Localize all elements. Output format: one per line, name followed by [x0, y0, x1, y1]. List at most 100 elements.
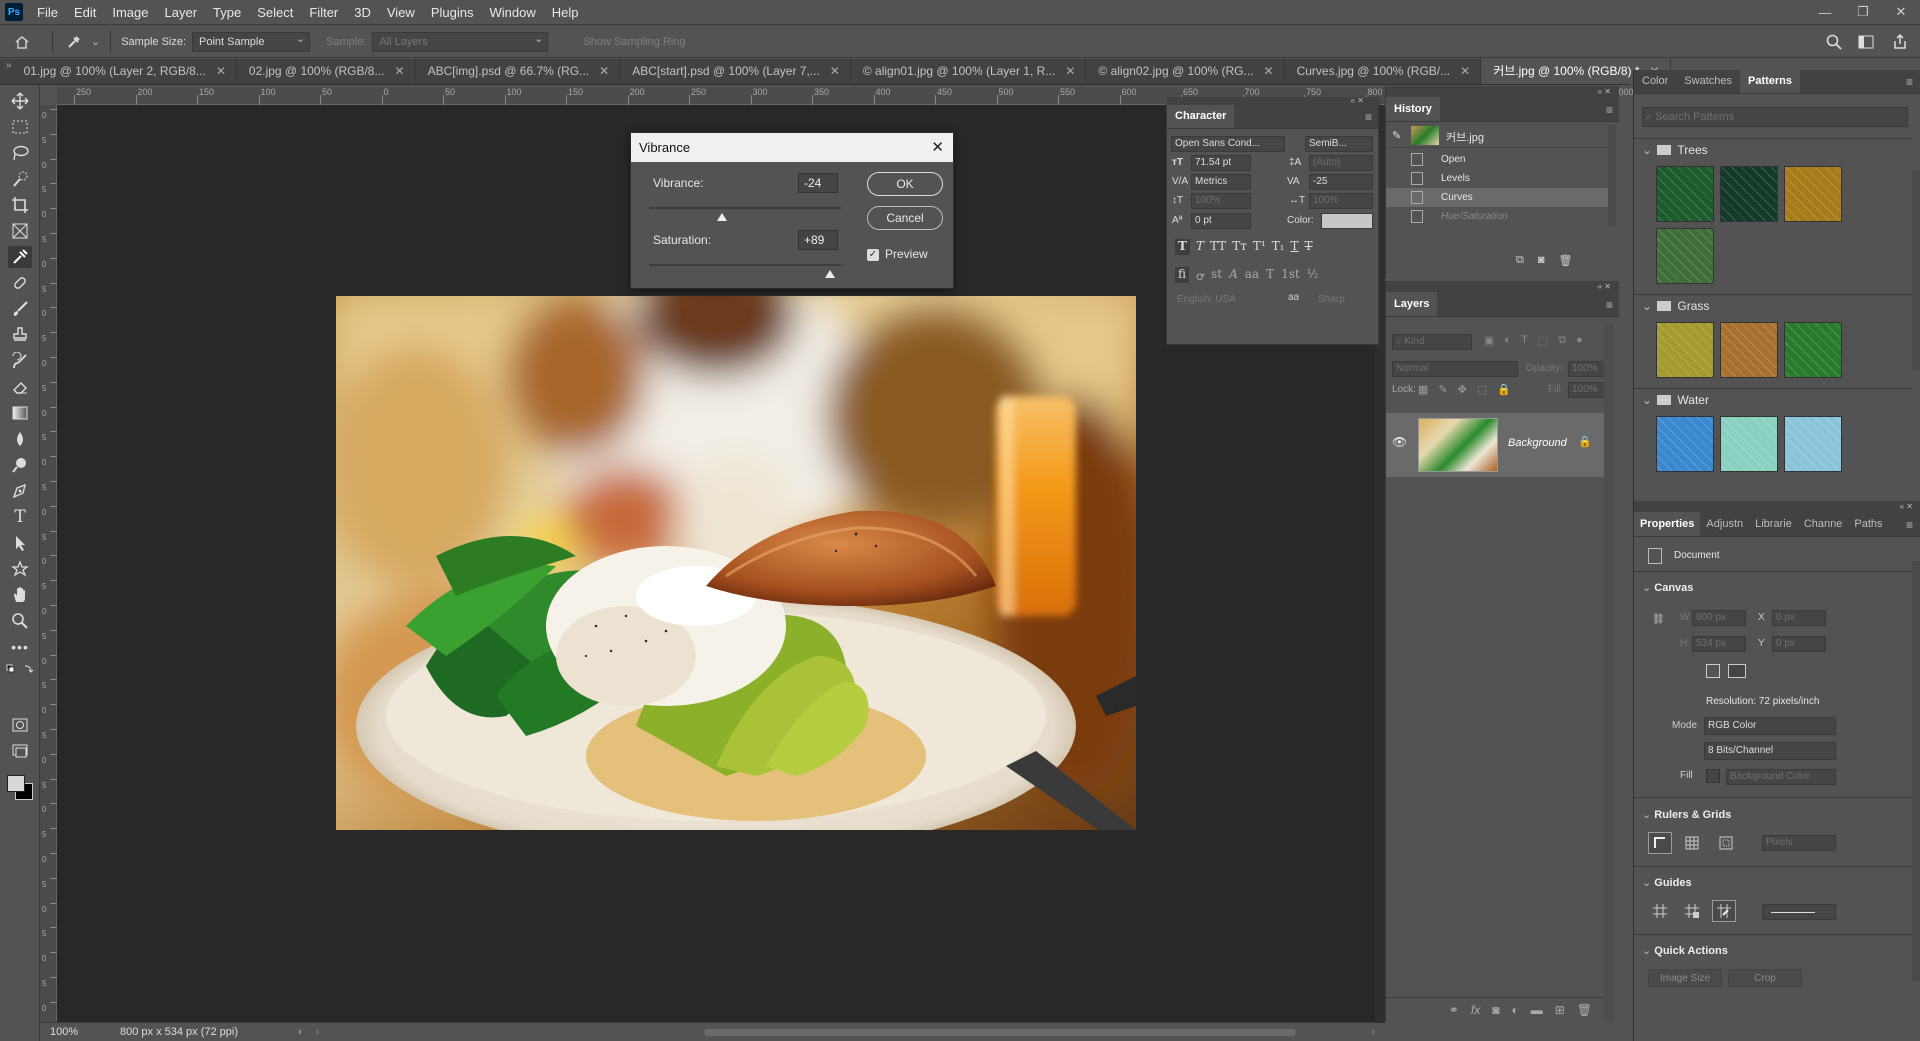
language-select[interactable]: English: USA	[1177, 294, 1236, 305]
quick-actions-section-header[interactable]: Quick Actions	[1642, 944, 1728, 957]
menu-help[interactable]: Help	[544, 0, 587, 25]
gradient-tool-icon[interactable]	[8, 402, 32, 424]
history-snapshot[interactable]: ✎ 커브.jpg	[1386, 124, 1608, 148]
new-guide-icon[interactable]	[1680, 900, 1704, 922]
superscript-icon[interactable]: T¹	[1253, 239, 1266, 255]
fill-swatch[interactable]	[1706, 769, 1720, 783]
layers-scrollbar[interactable]	[1604, 323, 1614, 1023]
tab-channe[interactable]: Channe	[1798, 512, 1849, 536]
horizontal-scale-input[interactable]: 100%	[1309, 193, 1373, 209]
history-state[interactable]: Levels	[1386, 169, 1608, 188]
history-state[interactable]: Curves	[1386, 188, 1608, 207]
vibrance-slider-track[interactable]	[649, 207, 841, 209]
crop-tool-icon[interactable]	[8, 194, 32, 216]
small-caps-icon[interactable]: Tт	[1232, 239, 1247, 255]
blend-mode-select[interactable]: Normal	[1392, 361, 1518, 377]
faux-bold-icon[interactable]: T	[1175, 239, 1190, 255]
clone-stamp-tool-icon[interactable]	[8, 324, 32, 346]
tab-color[interactable]: Color	[1634, 69, 1676, 93]
history-tab[interactable]: History	[1386, 97, 1440, 121]
eyedropper-tool-icon[interactable]	[67, 35, 85, 49]
path-selection-tool-icon[interactable]	[8, 532, 32, 554]
tool-preset-chevron-icon[interactable]: ⌄	[91, 35, 100, 48]
properties-scrollbar[interactable]	[1912, 561, 1920, 981]
quick-mask-icon[interactable]	[8, 714, 32, 736]
eraser-tool-icon[interactable]	[8, 376, 32, 398]
ok-button[interactable]: OK	[867, 172, 943, 196]
brush-tool-icon[interactable]	[8, 298, 32, 320]
filter-toggle-icon[interactable]: ●	[1576, 334, 1583, 347]
guides-toggle-icon[interactable]	[1648, 900, 1672, 922]
foreground-color-swatch[interactable]	[7, 775, 25, 792]
default-colors-icon[interactable]	[6, 664, 34, 676]
search-icon[interactable]	[1826, 34, 1848, 50]
horizontal-scrollbar[interactable]	[704, 1029, 1296, 1036]
vibrance-input[interactable]: -24	[798, 173, 838, 193]
pixel-grid-toggle-icon[interactable]	[1714, 832, 1738, 854]
kerning-select[interactable]: Metrics	[1191, 174, 1251, 190]
move-tool-icon[interactable]	[8, 90, 32, 112]
old-style-icon[interactable]: st	[1211, 267, 1222, 283]
close-tab-icon[interactable]: ✕	[1065, 58, 1075, 84]
menu-edit[interactable]: Edit	[66, 0, 104, 25]
document-image[interactable]	[336, 296, 1136, 830]
layer-row-background[interactable]: 👁 Background 🔒	[1386, 413, 1604, 477]
pattern-group-header[interactable]: ⌄ Grass	[1634, 294, 1912, 316]
antialias-select[interactable]: Sharp	[1318, 294, 1345, 305]
zoom-level[interactable]: 100%	[40, 1026, 110, 1038]
pattern-swatch[interactable]	[1656, 166, 1714, 222]
close-window-icon[interactable]: ✕	[1882, 0, 1920, 25]
underline-icon[interactable]: T	[1291, 239, 1299, 255]
landscape-orientation-icon[interactable]	[1728, 664, 1746, 678]
history-menu-icon[interactable]: ≡	[1606, 103, 1619, 121]
layer-lock-icon[interactable]: 🔒	[1578, 435, 1592, 448]
tab-paths[interactable]: Paths	[1848, 512, 1888, 536]
close-tab-icon[interactable]: ✕	[599, 58, 609, 84]
type-tool-icon[interactable]: T	[8, 506, 32, 528]
layers-tab[interactable]: Layers	[1386, 292, 1438, 316]
vertical-scale-input[interactable]: 100%	[1191, 193, 1251, 209]
hand-tool-icon[interactable]	[8, 584, 32, 606]
history-state[interactable]: Open	[1386, 150, 1608, 169]
font-size-input[interactable]: 71.54 pt	[1191, 155, 1251, 171]
layer-style-icon[interactable]: fx	[1471, 1003, 1480, 1021]
stylistic-alternates-icon[interactable]: aa	[1245, 267, 1259, 283]
workspace-icon[interactable]	[1858, 35, 1880, 49]
pattern-group-header[interactable]: ⌄ Water	[1634, 388, 1912, 410]
fractions-icon[interactable]: ½	[1307, 267, 1319, 283]
tab-properties[interactable]: Properties	[1634, 512, 1701, 536]
show-sampling-ring-checkbox[interactable]	[566, 36, 578, 47]
document-tab[interactable]: ABC[img].psd @ 66.7% (RG... ✕	[416, 58, 621, 84]
lock-position-icon[interactable]: ✥	[1458, 383, 1467, 396]
minimize-icon[interactable]: —	[1806, 0, 1844, 25]
opacity-input[interactable]: 100%	[1568, 361, 1608, 377]
link-layers-icon[interactable]: ⚭	[1449, 1003, 1459, 1021]
blur-tool-icon[interactable]	[8, 428, 32, 450]
character-tab[interactable]: Character	[1167, 104, 1235, 128]
close-tab-icon[interactable]: ✕	[1460, 58, 1470, 84]
delete-layer-icon[interactable]: 🗑	[1577, 1003, 1592, 1021]
more-tools-icon[interactable]: •••	[8, 636, 32, 658]
faux-italic-icon[interactable]: T	[1196, 239, 1204, 255]
filter-type-icon[interactable]: T	[1521, 334, 1528, 347]
pattern-swatch[interactable]	[1656, 322, 1714, 378]
document-tab[interactable]: Curves.jpg @ 100% (RGB/... ✕	[1285, 58, 1482, 84]
menu-layer[interactable]: Layer	[157, 0, 206, 25]
tab-patterns[interactable]: Patterns	[1740, 69, 1801, 93]
rulers-toggle-icon[interactable]	[1648, 832, 1672, 854]
tracking-input[interactable]: -25	[1309, 174, 1373, 190]
vibrance-slider-thumb[interactable]	[716, 213, 727, 221]
close-tab-icon[interactable]: ✕	[216, 58, 226, 84]
character-menu-icon[interactable]: ≡	[1365, 110, 1378, 128]
toolbar-collapse-icon[interactable]: »	[0, 58, 12, 84]
image-size-button[interactable]: Image Size	[1648, 969, 1722, 987]
ruler-units-select[interactable]: Pixels	[1762, 835, 1836, 851]
menu-filter[interactable]: Filter	[301, 0, 346, 25]
scroll-left-icon[interactable]: ‹	[316, 1026, 320, 1038]
preview-checkbox[interactable]: ✓	[867, 249, 879, 261]
leading-input[interactable]: (Auto)	[1309, 155, 1373, 171]
filter-shape-icon[interactable]: ⬚	[1538, 334, 1548, 347]
layer-kind-filter[interactable]: ⌕ Kind	[1392, 334, 1472, 350]
lock-artboard-icon[interactable]: ⬚	[1477, 383, 1487, 396]
pattern-swatch[interactable]	[1784, 322, 1842, 378]
